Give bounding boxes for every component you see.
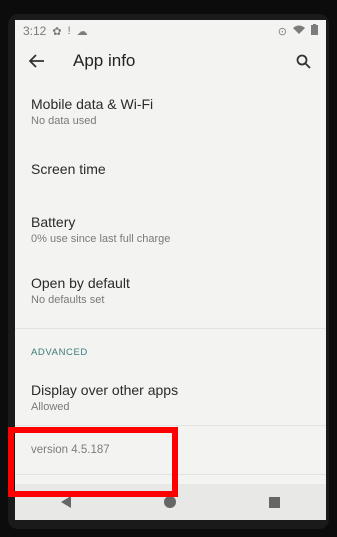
back-button[interactable] bbox=[17, 42, 57, 80]
gear-icon: ✿ bbox=[52, 25, 62, 38]
item-title: Display over other apps bbox=[31, 382, 179, 398]
item-subtitle: No defaults set bbox=[31, 294, 105, 306]
app-bar: App info bbox=[15, 42, 326, 80]
nav-recent-apps-icon[interactable] bbox=[268, 496, 280, 508]
item-title: Screen time bbox=[31, 161, 106, 177]
page-title: App info bbox=[73, 51, 136, 70]
status-time: 3:12 bbox=[23, 24, 47, 38]
location-icon: ⊙ bbox=[277, 25, 287, 38]
item-subtitle: Allowed bbox=[31, 401, 70, 413]
list-item-open-by-default[interactable]: Open by default No defaults set bbox=[15, 275, 326, 306]
nav-back-icon[interactable] bbox=[61, 496, 72, 508]
item-title: Battery bbox=[31, 214, 76, 230]
settings-list: Mobile data & Wi-Fi No data used Screen … bbox=[15, 80, 326, 475]
divider bbox=[15, 328, 326, 329]
arrow-left-icon bbox=[29, 54, 44, 68]
list-item-display-over-apps[interactable]: Display over other apps Allowed bbox=[15, 382, 326, 413]
cloud-icon: ☁ bbox=[76, 25, 88, 38]
alert-icon: ! bbox=[67, 25, 71, 37]
battery-icon bbox=[311, 24, 318, 38]
nav-home-icon[interactable] bbox=[163, 496, 176, 508]
search-icon bbox=[296, 54, 311, 69]
list-item-battery[interactable]: Battery 0% use since last full charge bbox=[15, 214, 326, 245]
divider bbox=[15, 425, 326, 426]
item-subtitle: 0% use since last full charge bbox=[31, 233, 171, 245]
item-title: Open by default bbox=[31, 275, 130, 291]
status-bar: 3:12 ✿ ! ☁ ⊙ bbox=[15, 20, 326, 42]
list-item-mobile-data[interactable]: Mobile data & Wi-Fi No data used bbox=[15, 96, 326, 127]
item-title: Mobile data & Wi-Fi bbox=[31, 96, 154, 112]
section-label-advanced: ADVANCED bbox=[31, 347, 88, 358]
search-button[interactable] bbox=[286, 42, 320, 80]
item-subtitle: No data used bbox=[31, 115, 97, 127]
list-item-screen-time[interactable]: Screen time bbox=[15, 161, 326, 177]
highlight-box bbox=[8, 427, 178, 497]
wifi-icon bbox=[293, 25, 305, 38]
